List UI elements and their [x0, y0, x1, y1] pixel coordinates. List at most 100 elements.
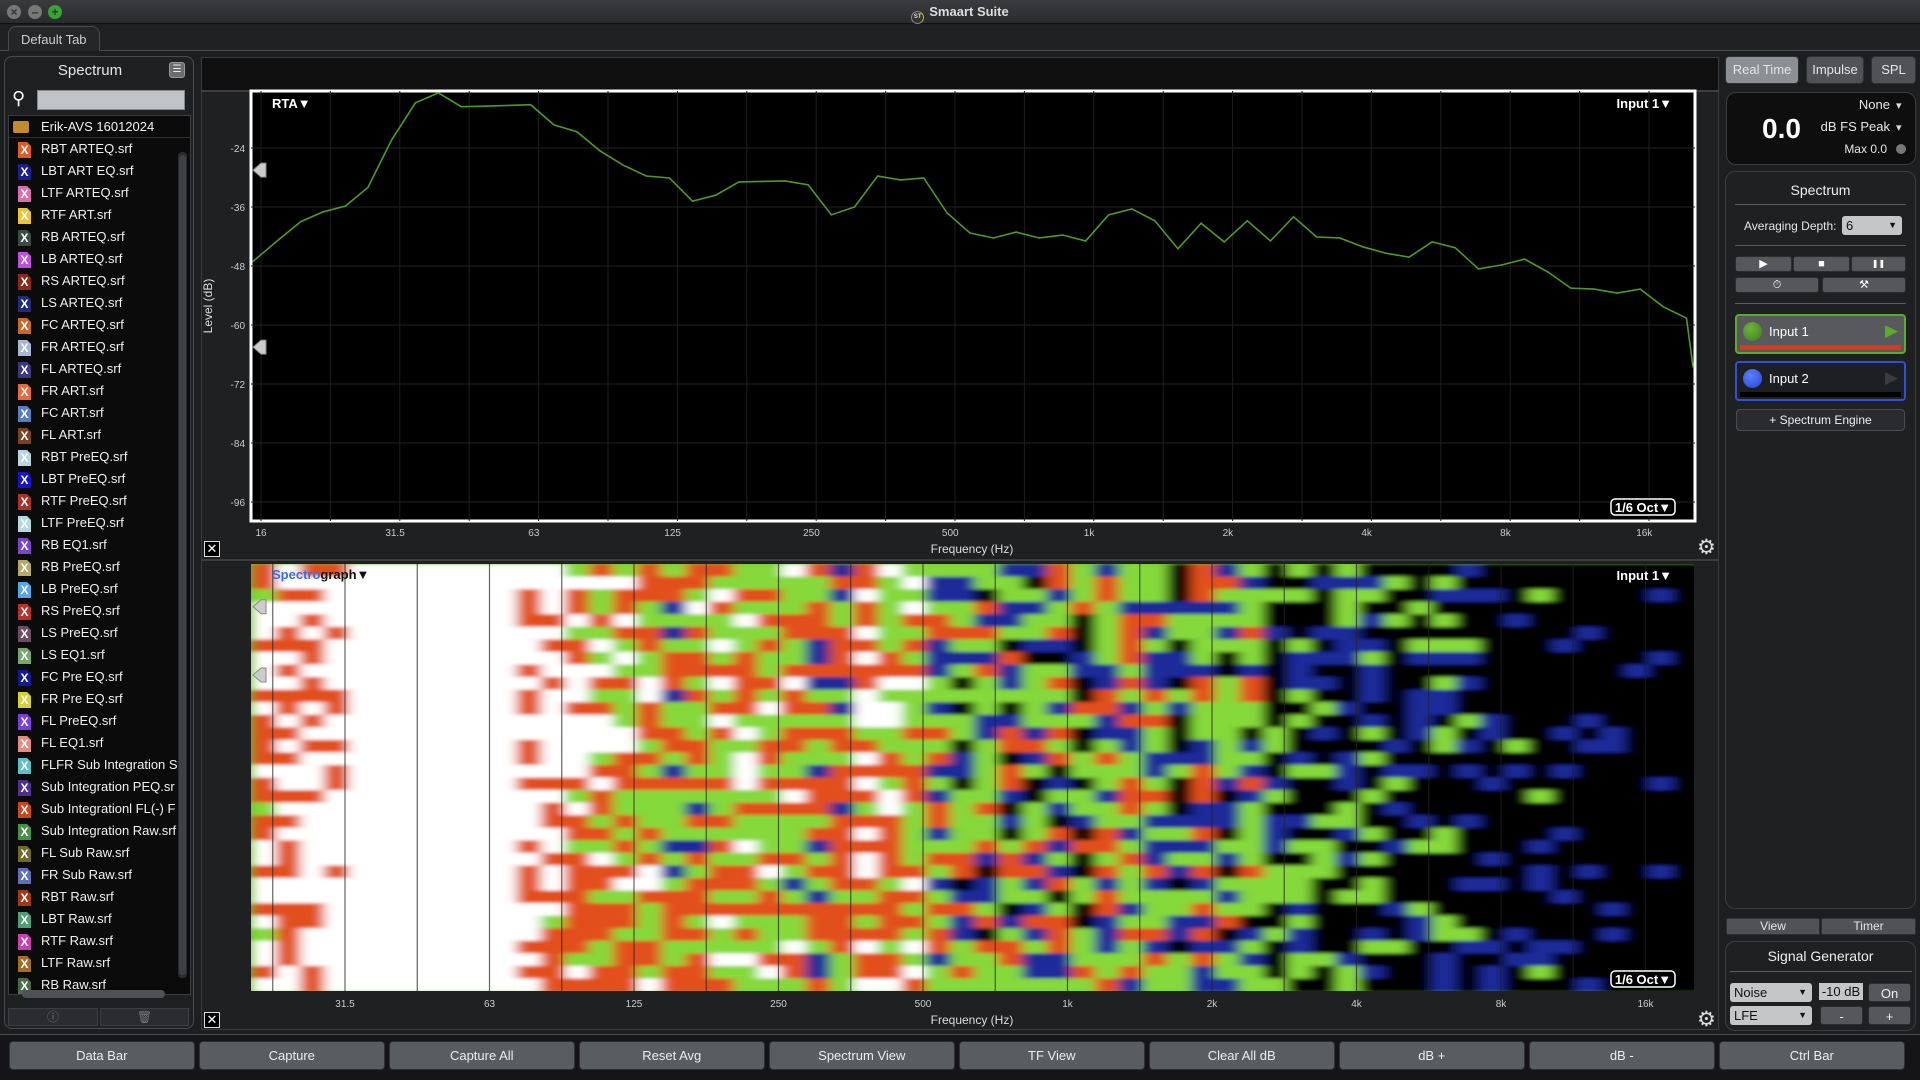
rta-mode-dropdown[interactable]: RTA▼	[272, 96, 311, 111]
meter-units-dropdown[interactable]: dB FS Peak	[1800, 119, 1890, 134]
spectrograph-cell	[444, 965, 470, 980]
averaging-depth-select[interactable]: 6 ▼	[1842, 216, 1902, 235]
spectrograph-cell	[1648, 714, 1674, 729]
spectrograph-cell	[709, 614, 735, 628]
view-button[interactable]: View	[1726, 918, 1820, 935]
spectrograph-cell	[1070, 727, 1096, 741]
spectrograph-cell	[276, 739, 302, 754]
spectrograph-cell	[420, 764, 446, 779]
weighting-dropdown-icon[interactable]: ▾	[1896, 99, 1902, 112]
spectrograph-cell	[1383, 589, 1409, 603]
spectrograph-cell	[1167, 714, 1193, 729]
spectrograph-cell	[1576, 714, 1602, 729]
spectrograph-cell	[1576, 890, 1602, 905]
spectrograph-cell	[709, 651, 735, 666]
spectrum-view-button[interactable]: Spectrum View	[769, 1041, 955, 1070]
rta-settings-button[interactable]: ⚙	[1697, 537, 1716, 558]
spectrograph-cell	[1070, 877, 1096, 892]
spectrograph-input-dropdown[interactable]: Input 1▼	[1617, 568, 1672, 583]
spectrograph-mode-dropdown[interactable]: Spectrograph▼	[272, 567, 369, 582]
rta-plot-area[interactable]	[249, 89, 1697, 523]
spectrograph-x-tick-label: 4k	[1351, 999, 1363, 1010]
spectrograph-cell	[1600, 651, 1626, 666]
spectrograph-cell	[1070, 576, 1096, 591]
spectrograph-cell	[1648, 840, 1674, 854]
rta-data-point	[1385, 252, 1387, 255]
spectrograph-cell	[998, 639, 1024, 653]
spectrograph-cell	[998, 815, 1024, 829]
spectrograph-cell	[516, 764, 542, 779]
spectrograph-cell	[1022, 752, 1048, 766]
spectrograph-cell	[1094, 714, 1120, 729]
spectrograph-cell	[854, 890, 880, 905]
spectrograph-cell	[1672, 965, 1694, 980]
spectrograph-cell	[661, 865, 687, 879]
pause-button[interactable]: ❚❚	[1851, 256, 1906, 272]
timer-button[interactable]: ⏱	[1735, 277, 1819, 293]
spectrograph-cell	[1239, 614, 1265, 628]
spectrograph-cell	[1359, 877, 1385, 892]
spectrograph-cell	[950, 689, 976, 704]
input-1-color-dot[interactable]	[1743, 322, 1762, 341]
stop-button[interactable]: ■	[1793, 256, 1850, 272]
spectrograph-cell	[492, 815, 518, 829]
spectrograph-cell	[1287, 827, 1313, 842]
spectrograph-cell	[1672, 589, 1694, 603]
close-spectrograph-button[interactable]: ✕	[204, 1012, 220, 1028]
signal-type-select[interactable]: Noise ▼	[1730, 983, 1812, 1002]
spectrograph-cell	[348, 928, 374, 942]
tools-button[interactable]: ⚒	[1822, 277, 1906, 293]
tf-view-button[interactable]: TF View	[959, 1041, 1145, 1070]
signal-on-button[interactable]: On	[1868, 983, 1911, 1002]
mode-spl-button[interactable]: SPL	[1871, 56, 1916, 84]
spectrograph-cell	[637, 890, 663, 905]
spectrograph-cell	[1528, 903, 1554, 917]
play-button[interactable]: ▶	[1735, 256, 1792, 272]
rta-resolution-dropdown[interactable]: 1/6 Oct▼	[1615, 500, 1671, 515]
signal-channel-select[interactable]: LFE ▼	[1730, 1006, 1812, 1025]
spectrograph-cell	[926, 664, 952, 679]
signal-level-increase-button[interactable]: +	[1868, 1006, 1911, 1025]
capture-all-button[interactable]: Capture All	[389, 1041, 575, 1070]
spectrograph-cell	[1359, 614, 1385, 628]
input-1-play-icon[interactable]: ▶	[1885, 321, 1898, 341]
spectrograph-cell	[1287, 877, 1313, 892]
mode-impulse-button[interactable]: Impulse	[1806, 56, 1864, 84]
spectrograph-cell	[1456, 877, 1482, 892]
spectrograph-cell	[516, 802, 542, 817]
spectrograph-cell	[854, 727, 880, 741]
signal-level-field[interactable]: -10 dB	[1819, 983, 1863, 1000]
spectrograph-cell	[372, 664, 398, 679]
input-2-color-dot[interactable]	[1743, 369, 1762, 388]
clear-all-db-button[interactable]: Clear All dB	[1149, 1041, 1335, 1070]
db-button[interactable]: dB +	[1339, 1041, 1525, 1070]
signal-level-decrease-button[interactable]: -	[1820, 1006, 1863, 1025]
spectrograph-resolution-dropdown[interactable]: 1/6 Oct▼	[1615, 972, 1671, 987]
rta-data-point	[1616, 292, 1618, 294]
spectrograph-cell	[372, 564, 398, 578]
ctrl-bar-button[interactable]: Ctrl Bar	[1719, 1041, 1905, 1070]
spectrograph-cell	[1528, 877, 1554, 892]
data-bar-button[interactable]: Data Bar	[9, 1041, 195, 1070]
db-button[interactable]: dB -	[1529, 1041, 1715, 1070]
input-1-engine[interactable]: Input 1 ▶	[1735, 314, 1906, 354]
add-spectrum-engine-button[interactable]: + Spectrum Engine	[1736, 409, 1905, 431]
input-2-play-icon[interactable]: ▶	[1885, 368, 1898, 388]
units-dropdown-icon[interactable]: ▾	[1896, 121, 1902, 134]
spectrograph-settings-button[interactable]: ⚙	[1697, 1009, 1716, 1030]
reset-avg-button[interactable]: Reset Avg	[579, 1041, 765, 1070]
input-2-engine[interactable]: Input 2 ▶	[1735, 361, 1906, 401]
clip-indicator[interactable]	[1896, 144, 1906, 154]
spectrograph-cell	[300, 877, 326, 892]
rta-input-dropdown[interactable]: Input 1▼	[1617, 96, 1672, 111]
meter-weighting-dropdown[interactable]: None	[1820, 97, 1890, 112]
spectrograph-cell	[998, 589, 1024, 603]
timer-tab-button[interactable]: Timer	[1821, 918, 1916, 935]
capture-button[interactable]: Capture	[199, 1041, 385, 1070]
rta-data-point	[830, 214, 833, 216]
spectrograph-cell	[1311, 626, 1337, 641]
close-rta-button[interactable]: ✕	[204, 541, 220, 557]
mode-real-time-button[interactable]: Real Time	[1725, 56, 1799, 84]
spectrograph-cell	[1167, 576, 1193, 591]
spectrograph-cell	[805, 865, 831, 879]
